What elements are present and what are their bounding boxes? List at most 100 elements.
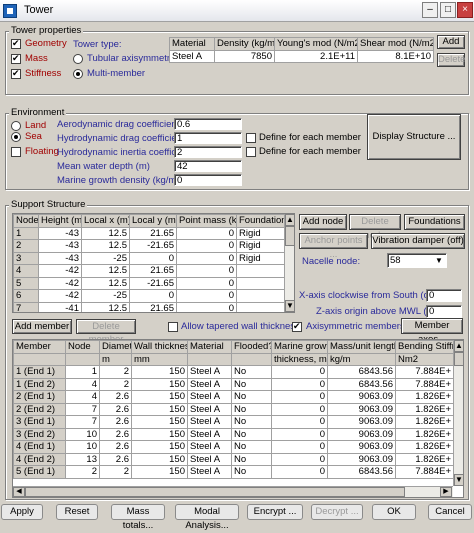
- modal-analysis-button[interactable]: Modal Analysis...: [175, 504, 239, 531]
- table-cell[interactable]: -25: [81, 251, 130, 265]
- foundations-button[interactable]: Foundations ...: [404, 214, 465, 241]
- table-cell[interactable]: 4 (End 1): [13, 440, 66, 454]
- table-cell[interactable]: 0: [271, 365, 328, 379]
- table-cell[interactable]: [236, 264, 285, 278]
- members-table-container[interactable]: Member Node Diameter Wall thickness Mate…: [12, 339, 464, 498]
- table-cell[interactable]: No: [231, 427, 272, 441]
- table-cell[interactable]: 7: [65, 402, 100, 416]
- table-cell[interactable]: No: [231, 377, 272, 391]
- table-cell[interactable]: 5 (End 1): [13, 465, 66, 479]
- table-cell[interactable]: 9063.09: [327, 402, 396, 416]
- scroll-up-icon[interactable]: ▲: [285, 214, 294, 226]
- table-row[interactable]: 3 -43 -25 0 0 Rigid: [13, 251, 285, 265]
- hydro-inertia-input[interactable]: 2: [174, 146, 242, 158]
- maximize-icon[interactable]: □: [440, 2, 456, 18]
- table-cell[interactable]: 0: [271, 377, 328, 391]
- nodes-table-container[interactable]: Node Height (m) Local x (m) Local y (m) …: [12, 213, 295, 313]
- table-row[interactable]: 3 (End 1) 7 2.6 150 Steel A No 0 9063.09 1.826E+: [13, 415, 454, 429]
- scroll-thumb[interactable]: [285, 226, 294, 246]
- table-cell[interactable]: 2.6: [99, 427, 132, 441]
- encrypt-button[interactable]: Encrypt ...: [247, 504, 303, 520]
- minimize-icon[interactable]: –: [422, 2, 438, 18]
- table-cell[interactable]: 1.826E+: [395, 427, 454, 441]
- define-drag-each-member-checkbox[interactable]: [246, 133, 256, 143]
- table-cell[interactable]: 21.65: [129, 301, 177, 312]
- table-cell[interactable]: 0: [176, 251, 237, 265]
- table-cell[interactable]: 1.826E+: [395, 415, 454, 429]
- tubular-axisymmetric-radio[interactable]: [73, 54, 83, 64]
- table-row[interactable]: 1 (End 1) 1 2 150 Steel A No 0 6843.56 7.884E+: [13, 365, 454, 379]
- table-cell[interactable]: 4: [65, 377, 100, 391]
- table-row[interactable]: Steel A 7850 2.1E+11 8.1E+10: [169, 49, 434, 63]
- table-row[interactable]: 4 -42 12.5 21.65 0: [13, 264, 285, 278]
- vibration-damper-button[interactable]: Vibration damper (off) ...: [371, 233, 465, 260]
- table-row[interactable]: 3 (End 2) 10 2.6 150 Steel A No 0 9063.09 1.826E…: [13, 427, 454, 441]
- multi-member-radio[interactable]: [73, 69, 83, 79]
- delete-member-button[interactable]: Delete member: [76, 319, 136, 345]
- table-cell[interactable]: -43: [38, 239, 82, 253]
- table-cell[interactable]: 6: [13, 289, 39, 303]
- table-cell[interactable]: 2.6: [99, 402, 132, 416]
- table-row[interactable]: 4 (End 2) 13 2.6 150 Steel A No 0 9063.09 1.826E…: [13, 452, 454, 466]
- table-cell[interactable]: No: [231, 440, 272, 454]
- table-cell[interactable]: 9063.09: [327, 415, 396, 429]
- table-cell[interactable]: [236, 301, 285, 312]
- add-node-button[interactable]: Add node: [299, 214, 347, 230]
- table-cell[interactable]: 9063.09: [327, 440, 396, 454]
- axisymmetric-members-checkbox[interactable]: [292, 321, 302, 332]
- table-cell[interactable]: 150: [131, 440, 188, 454]
- table-cell[interactable]: 2.6: [99, 390, 132, 404]
- table-cell[interactable]: 2.6: [99, 452, 132, 466]
- add-member-button[interactable]: Add member: [12, 319, 72, 334]
- material-cell[interactable]: 2.1E+11: [274, 49, 358, 63]
- table-cell[interactable]: 2: [99, 377, 132, 391]
- z-axis-input[interactable]: 0: [426, 305, 462, 318]
- table-cell[interactable]: 7: [65, 415, 100, 429]
- scroll-left-icon[interactable]: ◀: [13, 487, 25, 497]
- table-cell[interactable]: Steel A: [187, 452, 232, 466]
- apply-button[interactable]: Apply: [1, 504, 43, 520]
- table-cell[interactable]: Steel A: [187, 365, 232, 379]
- table-cell[interactable]: 2.6: [99, 415, 132, 429]
- table-cell[interactable]: 1: [13, 226, 39, 240]
- table-cell[interactable]: 7.884E+: [395, 377, 454, 391]
- allow-tapered-checkbox[interactable]: [168, 322, 178, 332]
- table-cell[interactable]: Rigid: [236, 239, 285, 253]
- table-cell[interactable]: 4 (End 2): [13, 452, 66, 466]
- table-cell[interactable]: No: [231, 452, 272, 466]
- table-cell[interactable]: Steel A: [187, 427, 232, 441]
- table-cell[interactable]: Steel A: [187, 377, 232, 391]
- table-cell[interactable]: -42: [38, 289, 82, 303]
- aero-drag-input[interactable]: 0.6: [174, 118, 242, 130]
- table-cell[interactable]: 6843.56: [327, 465, 396, 479]
- members-v-scrollbar[interactable]: ▲ ▼: [453, 340, 463, 486]
- table-cell[interactable]: 0: [271, 402, 328, 416]
- table-cell[interactable]: 1.826E+: [395, 402, 454, 416]
- table-cell[interactable]: 9063.09: [327, 452, 396, 466]
- table-cell[interactable]: 0: [271, 465, 328, 479]
- table-cell[interactable]: 21.65: [129, 226, 177, 240]
- hydro-drag-input[interactable]: 1: [174, 132, 242, 144]
- ok-button[interactable]: OK: [372, 504, 416, 520]
- close-icon[interactable]: ×: [457, 2, 473, 18]
- define-inertia-each-member-checkbox[interactable]: [246, 147, 256, 157]
- sea-radio[interactable]: [11, 132, 21, 142]
- table-cell[interactable]: 150: [131, 402, 188, 416]
- x-axis-input[interactable]: 0: [426, 289, 462, 302]
- table-cell[interactable]: 0: [176, 289, 237, 303]
- anchor-points-button[interactable]: Anchor points ...: [299, 233, 368, 260]
- table-cell[interactable]: 13: [65, 452, 100, 466]
- table-cell[interactable]: 150: [131, 390, 188, 404]
- table-row[interactable]: 1 (End 2) 4 2 150 Steel A No 0 6843.56 7.884E+: [13, 377, 454, 391]
- table-cell[interactable]: [236, 289, 285, 303]
- table-cell[interactable]: No: [231, 390, 272, 404]
- table-row[interactable]: 2 -43 12.5 -21.65 0 Rigid: [13, 239, 285, 253]
- table-cell[interactable]: No: [231, 415, 272, 429]
- table-cell[interactable]: 150: [131, 465, 188, 479]
- table-cell[interactable]: 150: [131, 365, 188, 379]
- table-cell[interactable]: 0: [176, 301, 237, 312]
- geometry-checkbox[interactable]: [11, 38, 21, 49]
- cancel-button[interactable]: Cancel: [428, 504, 472, 520]
- table-cell[interactable]: 12.5: [81, 264, 130, 278]
- table-cell[interactable]: 2.6: [99, 440, 132, 454]
